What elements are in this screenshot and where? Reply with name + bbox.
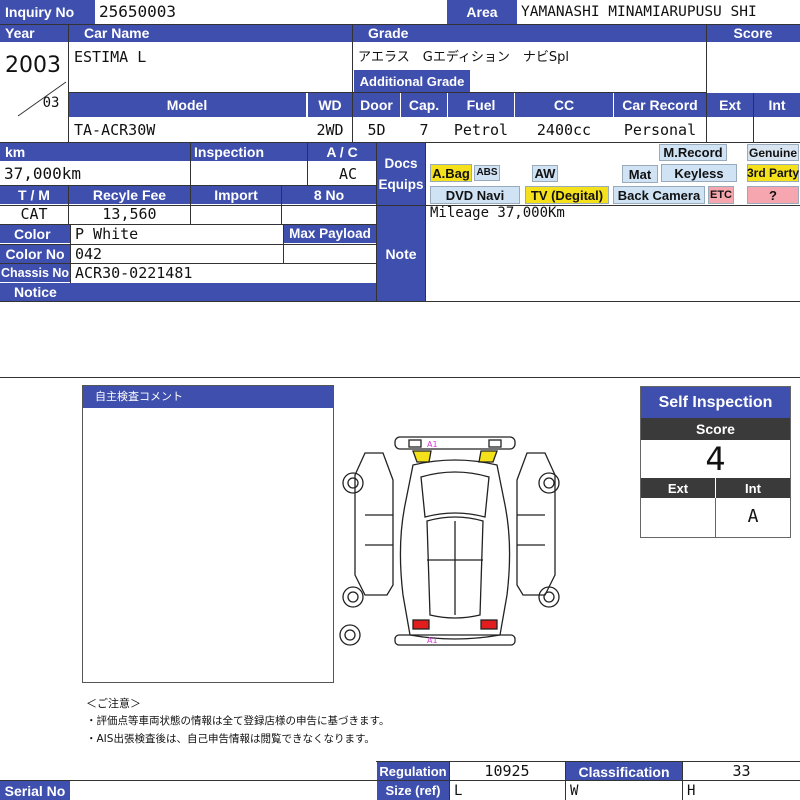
int-header-label: Int (754, 93, 800, 117)
chip-dvd-navi: DVD Navi (430, 186, 520, 204)
model-label: Model (68, 93, 306, 117)
notice-value (0, 302, 800, 376)
inquiry-value: 25650003 (99, 2, 177, 21)
serial-label: Serial No (0, 781, 70, 800)
score-header-label: Score (706, 24, 800, 42)
additional-grade-value (470, 70, 706, 92)
diagram-mark-front: A1 (427, 440, 438, 449)
color-value: P White (75, 225, 139, 243)
color-no-value: 042 (75, 245, 103, 263)
grade-label: Grade (352, 24, 706, 42)
inquiry-label: Inquiry No (0, 0, 95, 24)
docs-label: Docs (384, 156, 418, 171)
recycle-value: 13,560 (102, 205, 157, 223)
chassis-value: ACR30-0221481 (75, 264, 193, 282)
ext-header-label: Ext (707, 93, 753, 117)
tm-value: CAT (20, 205, 48, 223)
chip-back-camera: Back Camera (613, 186, 705, 204)
ext-header-value (707, 119, 753, 141)
chip-genuine: Genuine (747, 144, 799, 161)
inspection-value (191, 163, 307, 185)
car-damage-diagram: A1 A1 (339, 436, 560, 646)
int-header-value (754, 119, 800, 141)
self-ext-value (641, 498, 715, 536)
km-value: 37,000km (4, 164, 82, 183)
year-label: Year (0, 24, 68, 42)
fuel-label: Fuel (448, 93, 514, 117)
caution-line-2: ・AIS出張検査後は、自己申告情報は閲覧できなくなります。 (86, 733, 375, 745)
comment-box-title: 自主検査コメント (83, 386, 333, 408)
max-payload-value (284, 245, 376, 263)
ac-value: AC (338, 164, 358, 183)
model-value: TA-ACR30W (74, 120, 156, 139)
area-label: Area (447, 0, 517, 24)
serial-value (71, 781, 376, 800)
chip-aw: AW (532, 165, 558, 182)
self-ext-label: Ext (641, 478, 715, 498)
door-label: Door (353, 93, 400, 117)
import-label: Import (191, 186, 281, 204)
equips-label: Equips (378, 176, 424, 192)
self-int-label: Int (716, 478, 790, 498)
note-label: Note (377, 206, 425, 301)
comment-box: 自主検査コメント (82, 385, 334, 683)
chip-etc: ETC (708, 186, 734, 204)
km-label: km (0, 143, 190, 161)
inspection-label: Inspection (191, 143, 307, 161)
chip-keyless: Keyless (661, 164, 737, 182)
chip-abag: A.Bag (430, 164, 472, 182)
import-value (191, 205, 281, 224)
door-value: 5D (367, 120, 386, 139)
car-name-label: Car Name (68, 24, 352, 42)
color-no-label: Color No (0, 245, 70, 263)
car-record-value: Personal (623, 120, 697, 139)
additional-grade-label: Additional Grade (354, 70, 470, 92)
notice-label: Notice (0, 283, 425, 301)
car-record-label: Car Record (614, 93, 706, 117)
chip-tv-degital: TV (Degital) (525, 186, 609, 204)
caution-title: ＜ご注意＞ (86, 697, 141, 710)
self-score-value: 4 (705, 440, 726, 478)
ac-label: A / C (308, 143, 376, 161)
fuel-value: Petrol (453, 120, 509, 139)
regulation-value: 10925 (484, 762, 530, 780)
classification-value: 33 (732, 762, 751, 780)
chip-abs: ABS (474, 165, 500, 181)
chip-question: ? (747, 186, 799, 204)
tm-label: T / M (0, 186, 68, 204)
car-name-value: ESTIMA L (74, 47, 147, 66)
recycle-label: Recyle Fee (69, 186, 190, 204)
max-payload-label: Max Payload (284, 225, 376, 243)
docs-equips-label: Docs Equips (377, 143, 425, 205)
8no-value (282, 205, 376, 224)
cap-value: 7 (419, 120, 429, 139)
self-score-label: Score (641, 418, 790, 440)
size-l: L (454, 782, 463, 799)
caution-line-1: ・評価点等車両状態の情報は全て登録店様の申告に基づきます。 (86, 715, 390, 727)
cc-value: 2400cc (536, 120, 592, 139)
self-inspection-panel: Self Inspection Score 4 Ext Int A (640, 386, 791, 538)
color-label: Color (0, 225, 70, 243)
area-value: YAMANASHI MINAMIARUPUSU SHI (521, 3, 757, 20)
wd-label: WD (308, 93, 352, 117)
size-w: W (570, 782, 579, 799)
cap-label: Cap. (401, 93, 447, 117)
8no-label: 8 No (282, 186, 376, 204)
size-h: H (687, 782, 696, 799)
regulation-label: Regulation (377, 762, 449, 781)
classification-label: Classification (566, 762, 682, 781)
size-label: Size (ref) (377, 781, 449, 800)
cc-label: CC (515, 93, 613, 117)
note-value: Mileage 37,000Km (430, 206, 565, 221)
diagram-mark-rear: A1 (427, 636, 438, 645)
chassis-label: Chassis No (0, 264, 70, 282)
chip-mat: Mat (622, 165, 658, 183)
self-int-value: A (747, 506, 759, 527)
chip-3rd-party: 3rd Party (746, 164, 800, 182)
wd-value: 2WD (316, 120, 344, 139)
year-month: 03 (42, 95, 60, 111)
self-inspection-title: Self Inspection (641, 387, 790, 418)
chip-m-record: M.Record (659, 144, 727, 161)
grade-value: アエラス Gエディション ナビSpl (358, 49, 570, 65)
